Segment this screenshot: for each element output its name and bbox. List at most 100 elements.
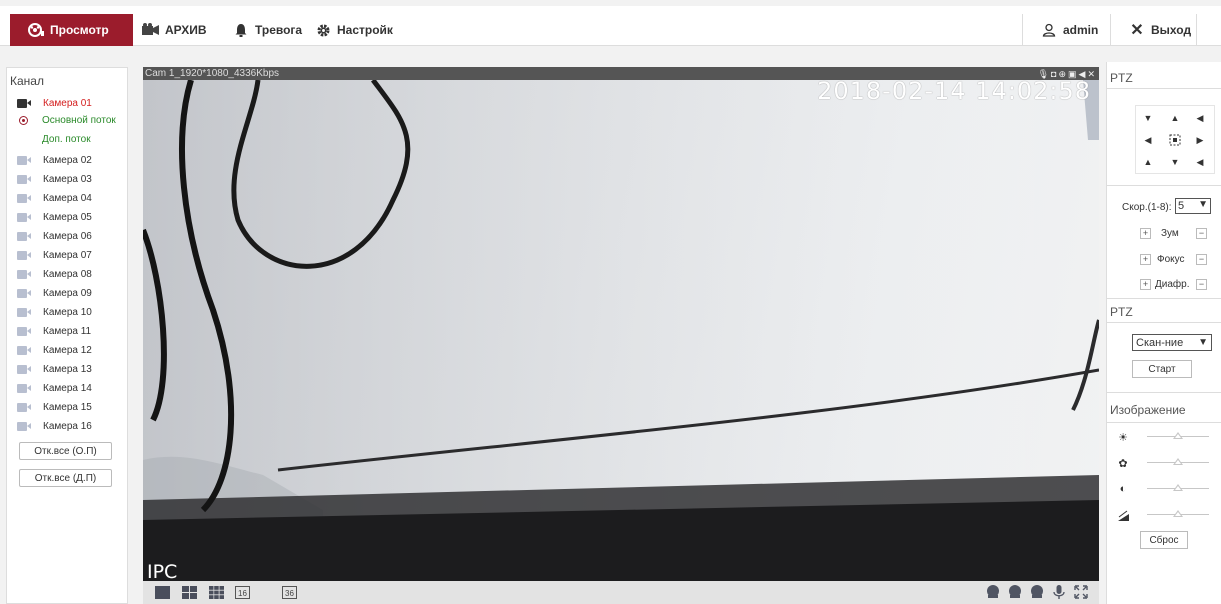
camera-label: Камера 02 [43,154,92,166]
ptz-up-left-button[interactable]: ▼ [1141,111,1155,125]
speed-select[interactable]: 5 ▼ [1175,198,1211,214]
user-menu[interactable]: admin [1040,14,1098,46]
stream-info: Cam 1_1920*1080_4336Kbps [145,68,279,79]
saturation-slider[interactable] [1147,458,1209,465]
camera-item[interactable]: Камера 15 [17,400,92,414]
talk-icon[interactable] [985,584,1001,600]
ptz-center-button[interactable] [1168,133,1182,147]
brightness-slider[interactable] [1147,432,1209,439]
ptz-mode-select[interactable]: Скан-ние ▼ [1132,334,1212,351]
ptz-right-button[interactable]: ▶ [1193,133,1207,147]
chevron-down-icon: ▼ [1198,337,1208,348]
username: admin [1063,23,1099,37]
camera-icon [17,383,31,393]
microphone-icon[interactable] [1051,584,1067,600]
camera-label: Камера 14 [43,382,92,394]
slider-thumb[interactable] [1173,510,1183,517]
nav-archive-label: АРХИВ [165,23,207,37]
camera-item[interactable]: Камера 05 [17,210,92,224]
iris-minus-button[interactable]: − [1196,279,1207,290]
snapshot-icon[interactable] [1029,584,1045,600]
ptz-mode-title: PTZ [1110,305,1133,319]
layout-36-icon[interactable]: 36 [282,586,297,599]
camera-item[interactable]: Камера 11 [17,324,91,338]
camera-item[interactable]: Камера 02 [17,153,92,167]
camera-icon [17,193,31,203]
ptz-left-button[interactable]: ◀ [1141,133,1155,147]
camera-item[interactable]: Камера 04 [17,191,92,205]
zoom-in-button[interactable]: + [1140,228,1151,239]
camera-item-active[interactable]: Камера 01 [17,96,92,110]
record-icon[interactable] [1007,584,1023,600]
speed-label: Скор.(1-8): [1122,202,1172,213]
channel-panel-title: Канал [10,74,44,88]
zoom-out-button[interactable]: − [1196,228,1207,239]
divider [1107,322,1221,323]
contrast-row: ◐ 64 [1117,483,1209,495]
nav-live-view[interactable]: Просмотр [10,14,133,46]
camera-label: Камера 10 [43,306,92,318]
camera-item[interactable]: Камера 07 [17,248,92,262]
sharpness-row: 64 [1117,509,1209,521]
focus-minus-button[interactable]: − [1196,254,1207,265]
ptz-center-icon [1169,134,1181,146]
fullscreen-icon[interactable] [1073,584,1089,600]
camera-label: Камера 12 [43,344,92,356]
nav-settings-label: Настройк [337,23,393,37]
logout-button[interactable]: ✕ Выход [1128,14,1191,46]
ptz-up-right-button[interactable]: ◀ [1193,111,1207,125]
camera-icon [17,402,31,412]
layout-1-icon[interactable] [155,586,170,599]
iris-plus-button[interactable]: + [1140,279,1151,290]
camera-item[interactable]: Камера 13 [17,362,92,376]
control-panel: PTZ ▼ ▲ ◀ ◀ ▶ ▲ ▼ ◀ Скор.(1-8): 5 ▼ + Зу… [1106,62,1221,604]
ptz-down-left-button[interactable]: ▲ [1141,155,1155,169]
layout-9-icon[interactable] [209,586,224,599]
ptz-down-right-button[interactable]: ◀ [1193,155,1207,169]
nav-archive[interactable]: АРХИВ [142,14,207,46]
layout-16-icon[interactable]: 16 [235,586,250,599]
ptz-down-button[interactable]: ▼ [1168,155,1182,169]
divider [1022,14,1023,46]
close-icon: ✕ [1130,22,1144,39]
ptz-up-button[interactable]: ▲ [1168,111,1182,125]
reset-button[interactable]: Сброс [1140,531,1188,549]
ptz-title: PTZ [1110,71,1133,85]
start-button[interactable]: Старт [1132,360,1192,378]
zoom-label: Зум [1161,228,1179,239]
focus-plus-button[interactable]: + [1140,254,1151,265]
camera-item[interactable]: Камера 08 [17,267,92,281]
camera-item[interactable]: Камера 10 [17,305,92,319]
video-frame[interactable]: 2018-02-14 14:02:58 IPC [143,80,1099,581]
camera-item[interactable]: Камера 16 [17,419,92,433]
camera-label: Камера 03 [43,173,92,185]
main-stream-option[interactable]: Основной поток [17,115,116,126]
layout-4-icon[interactable] [182,586,197,599]
slider-thumb[interactable] [1173,484,1183,491]
focus-label: Фокус [1157,254,1185,265]
camera-item[interactable]: Камера 09 [17,286,92,300]
open-all-main-button[interactable]: Отк.все (О.П) [19,442,112,460]
camera-item[interactable]: Камера 14 [17,381,92,395]
camera-item[interactable]: Камера 12 [17,343,92,357]
camera-item[interactable]: Камера 06 [17,229,92,243]
palette-icon: ✿ [1118,457,1128,470]
contrast-slider[interactable] [1147,484,1209,491]
sub-stream-option[interactable]: Доп. поток [42,134,91,145]
camera-label: Камера 11 [43,325,92,337]
camera-icon [17,250,31,260]
nav-settings[interactable]: Настройк [314,14,393,46]
slider-thumb[interactable] [1173,432,1183,439]
nav-alarm[interactable]: Тревога [232,14,302,46]
archive-icon [142,22,160,38]
brightness-row: ☀ 64 [1117,431,1209,444]
divider [1107,88,1221,89]
video-viewport: Cam 1_1920*1080_4336Kbps 🎙 ◘ ⊕ ▣ ◀ ✕ 201… [143,67,1099,604]
camera-icon [17,212,31,222]
slider-thumb[interactable] [1173,458,1183,465]
sharpness-slider[interactable] [1147,510,1209,517]
camera-icon [17,155,31,165]
open-all-sub-button[interactable]: Отк.все (Д.П) [19,469,112,487]
divider [1110,14,1111,46]
camera-item[interactable]: Камера 03 [17,172,92,186]
